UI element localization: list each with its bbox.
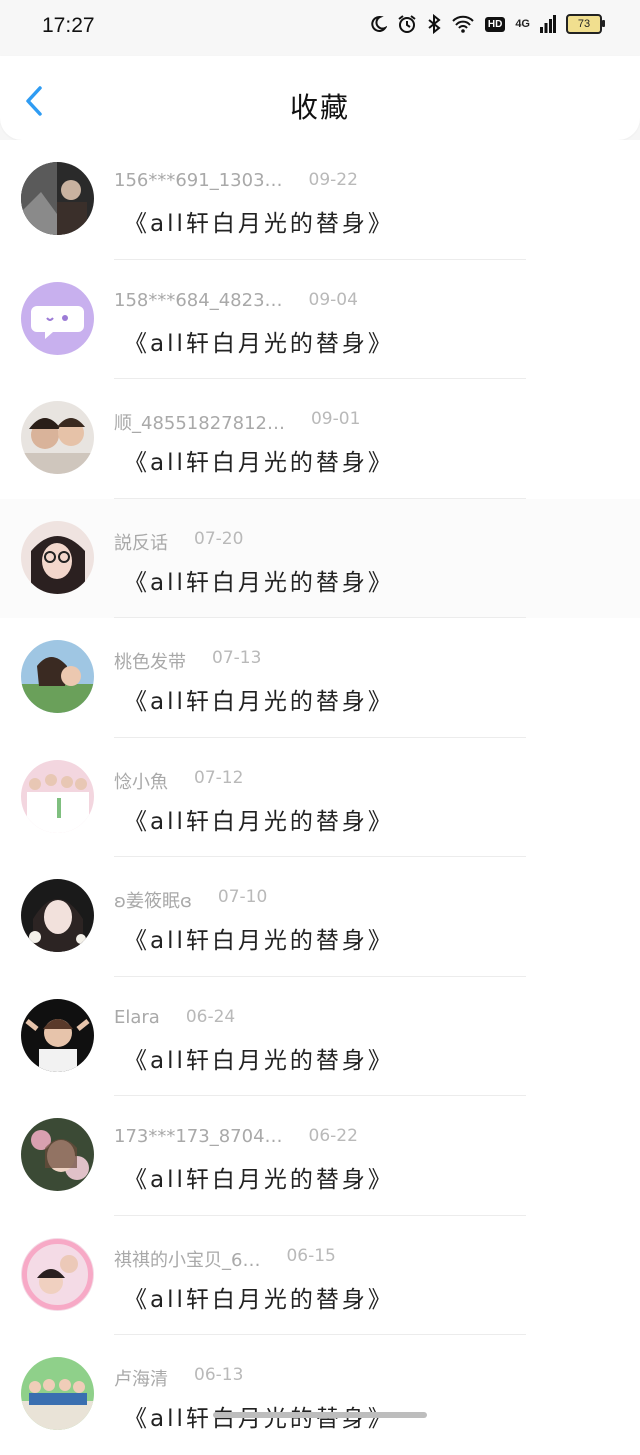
avatar	[21, 162, 94, 235]
item-meta: 158***684_4823… 09-04	[114, 290, 358, 311]
item-meta: 説反话 07-20	[114, 529, 243, 555]
list-item[interactable]: 顺_48551827812… 09-01 《all轩白月光的替身》	[0, 379, 640, 499]
page-title: 收藏	[289, 91, 350, 124]
item-author: 156***691_1303…	[114, 170, 283, 191]
avatar	[21, 879, 94, 952]
hd-badge: HD	[484, 16, 506, 32]
item-date: 09-01	[310, 409, 361, 429]
item-date: 07-20	[194, 528, 244, 549]
item-author: 説反话	[114, 532, 168, 554]
item-meta: Elara 06-24	[114, 1007, 235, 1028]
list-item[interactable]: 158***684_4823… 09-04 《all轩白月光的替身》	[0, 259, 640, 379]
list-item[interactable]: Elara 06-24 《all轩白月光的替身》	[0, 976, 640, 1096]
item-author: 祺祺的小宝贝_6…	[114, 1249, 261, 1271]
item-date: 06-13	[194, 1365, 244, 1385]
item-author: 158***684_4823…	[114, 289, 283, 311]
avatar	[21, 640, 94, 713]
item-author: 惗小魚	[114, 771, 168, 793]
favorites-list: 156***691_1303… 09-22 《all轩白月光的替身》 158**…	[0, 140, 640, 1455]
item-meta: 卢海清 06-13	[114, 1365, 243, 1391]
list-item[interactable]: 説反话 07-20 《all轩白月光的替身》	[0, 498, 640, 618]
moon-icon	[369, 15, 387, 33]
item-title: 《all轩白月光的替身》	[124, 808, 394, 835]
item-title: 《all轩白月光的替身》	[124, 1167, 394, 1193]
signal-icon	[540, 15, 556, 33]
status-icons: HD 4G 73	[369, 14, 605, 34]
avatar	[21, 759, 94, 833]
item-meta: ʚ姜筱眠ɞ 07-10	[114, 887, 267, 913]
item-author: ʚ姜筱眠ɞ	[114, 891, 192, 912]
list-item[interactable]: ʚ姜筱眠ɞ 07-10 《all轩白月光的替身》	[0, 857, 640, 977]
nav-bar: 收藏	[0, 56, 640, 140]
item-title: 《all轩白月光的替身》	[124, 450, 394, 476]
item-title: 《all轩白月光的替身》	[124, 928, 394, 954]
item-meta: 惗小魚 07-12	[114, 768, 243, 794]
item-date: 09-04	[308, 289, 358, 310]
item-date: 07-10	[217, 887, 268, 907]
item-author: 顺_48551827812…	[114, 413, 285, 434]
item-author: 桃色发带	[114, 652, 186, 673]
list-item[interactable]: 156***691_1303… 09-22 《all轩白月光的替身》	[0, 140, 640, 260]
item-title: 《all轩白月光的替身》	[124, 689, 394, 715]
item-meta: 顺_48551827812… 09-01	[114, 409, 360, 435]
avatar	[21, 281, 94, 355]
status-time: 17:27	[42, 14, 95, 37]
item-meta: 桃色发带 07-13	[114, 648, 261, 674]
item-meta: 156***691_1303… 09-22	[114, 170, 358, 191]
item-title: 《all轩白月光的替身》	[124, 211, 394, 237]
battery-level: 73	[577, 18, 591, 30]
network-type: 4G	[515, 18, 530, 30]
home-indicator[interactable]	[213, 1412, 427, 1418]
avatar	[21, 1118, 94, 1191]
list-item[interactable]: 173***173_8704… 06-22 《all轩白月光的替身》	[0, 1096, 640, 1216]
list-item[interactable]: 桃色发带 07-13 《all轩白月光的替身》	[0, 618, 640, 738]
list-item[interactable]: 惗小魚 07-12 《all轩白月光的替身》	[0, 737, 640, 857]
item-title: 《all轩白月光的替身》	[124, 1286, 394, 1313]
item-author: 卢海清	[114, 1369, 168, 1390]
item-author: Elara	[114, 1006, 160, 1028]
item-date: 07-12	[194, 767, 244, 788]
item-author: 173***173_8704…	[114, 1126, 283, 1147]
status-bar: 17:27 HD 4G 73	[0, 0, 640, 56]
list-item[interactable]: 卢海清 06-13 《all轩白月光的替身》	[0, 1335, 640, 1455]
item-meta: 祺祺的小宝贝_6… 06-15	[114, 1246, 336, 1272]
item-title: 《all轩白月光的替身》	[124, 330, 394, 357]
avatar	[21, 998, 94, 1072]
item-date: 07-13	[212, 648, 262, 668]
battery-icon: 73	[566, 14, 605, 34]
avatar	[21, 520, 94, 594]
item-date: 06-15	[286, 1245, 336, 1266]
item-meta: 173***173_8704… 06-22	[114, 1126, 358, 1147]
bluetooth-icon	[427, 14, 441, 34]
list-item[interactable]: 祺祺的小宝贝_6… 06-15 《all轩白月光的替身》	[0, 1215, 640, 1335]
wifi-icon	[451, 15, 475, 33]
alarm-icon	[397, 14, 417, 34]
item-title: 《all轩白月光的替身》	[124, 569, 394, 596]
avatar	[21, 401, 94, 474]
item-date: 06-22	[308, 1126, 358, 1146]
item-title: 《all轩白月光的替身》	[124, 1047, 394, 1074]
avatar	[21, 1357, 94, 1430]
item-date: 06-24	[185, 1006, 236, 1027]
avatar	[21, 1237, 94, 1311]
item-date: 09-22	[308, 170, 358, 190]
